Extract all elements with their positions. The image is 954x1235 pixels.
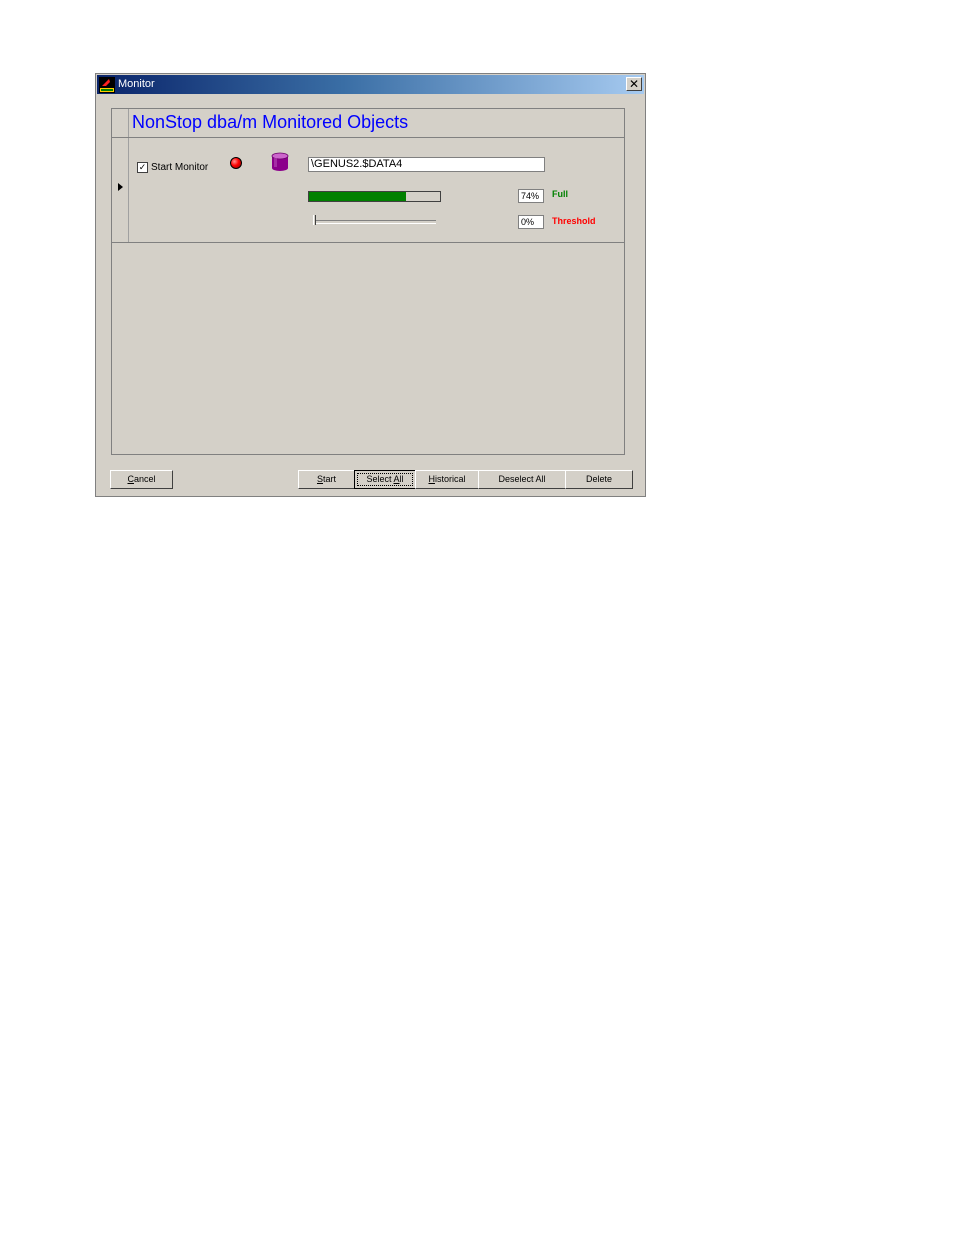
start-button[interactable]: Start: [298, 470, 355, 489]
historical-label-post: istorical: [434, 474, 466, 484]
select-all-button[interactable]: Select All: [354, 470, 416, 489]
start-monitor-label[interactable]: Start Monitor: [151, 162, 208, 173]
threshold-label: Threshold: [552, 216, 596, 226]
delete-label: Delete: [585, 474, 612, 484]
cancel-button[interactable]: Cancel: [110, 470, 173, 489]
cancel-label-post: ancel: [133, 474, 156, 484]
vonn-logo-icon: [99, 77, 115, 93]
monitored-object-row[interactable]: ✓ Start Monitor \GENUS2.$DATA4 74% Full …: [112, 138, 624, 243]
row-selector[interactable]: [112, 138, 129, 242]
full-percent-field[interactable]: 74%: [518, 189, 544, 203]
delete-button[interactable]: Delete: [565, 470, 633, 489]
grid-header: NonStop dba/m Monitored Objects: [112, 109, 624, 138]
page-title: NonStop dba/m Monitored Objects: [132, 112, 409, 132]
threshold-slider-track[interactable]: [313, 220, 436, 224]
select-all-label-post: ll: [399, 474, 404, 484]
header-indicator-cell: [112, 109, 129, 137]
full-progress-bar: [308, 191, 441, 202]
checkmark-icon: ✓: [138, 162, 147, 172]
current-row-arrow-icon: [118, 183, 123, 191]
threshold-slider-thumb[interactable]: [313, 215, 316, 225]
status-light-icon: [230, 157, 242, 169]
monitor-window: Monitor ✕ NonStop dba/m Monitored Object…: [95, 73, 646, 497]
close-button[interactable]: ✕: [626, 77, 642, 91]
title-bar: Monitor ✕: [97, 75, 644, 94]
full-progress-fill: [309, 192, 406, 201]
start-label-post: tart: [323, 474, 337, 484]
full-label: Full: [552, 189, 568, 199]
deselect-all-button[interactable]: Deselect All: [478, 470, 566, 489]
threshold-percent-field[interactable]: 0%: [518, 215, 544, 229]
historical-button[interactable]: Historical: [415, 470, 479, 489]
deselect-all-label: Deselect All: [498, 474, 546, 484]
close-icon: ✕: [628, 77, 640, 91]
select-all-label-pre: Select: [366, 474, 394, 484]
object-name-field[interactable]: \GENUS2.$DATA4: [308, 157, 545, 172]
monitored-objects-grid: NonStop dba/m Monitored Objects ✓ Start …: [111, 108, 625, 455]
database-icon: [271, 152, 289, 171]
window-title: Monitor: [118, 78, 155, 90]
start-monitor-checkbox[interactable]: ✓: [137, 162, 148, 173]
